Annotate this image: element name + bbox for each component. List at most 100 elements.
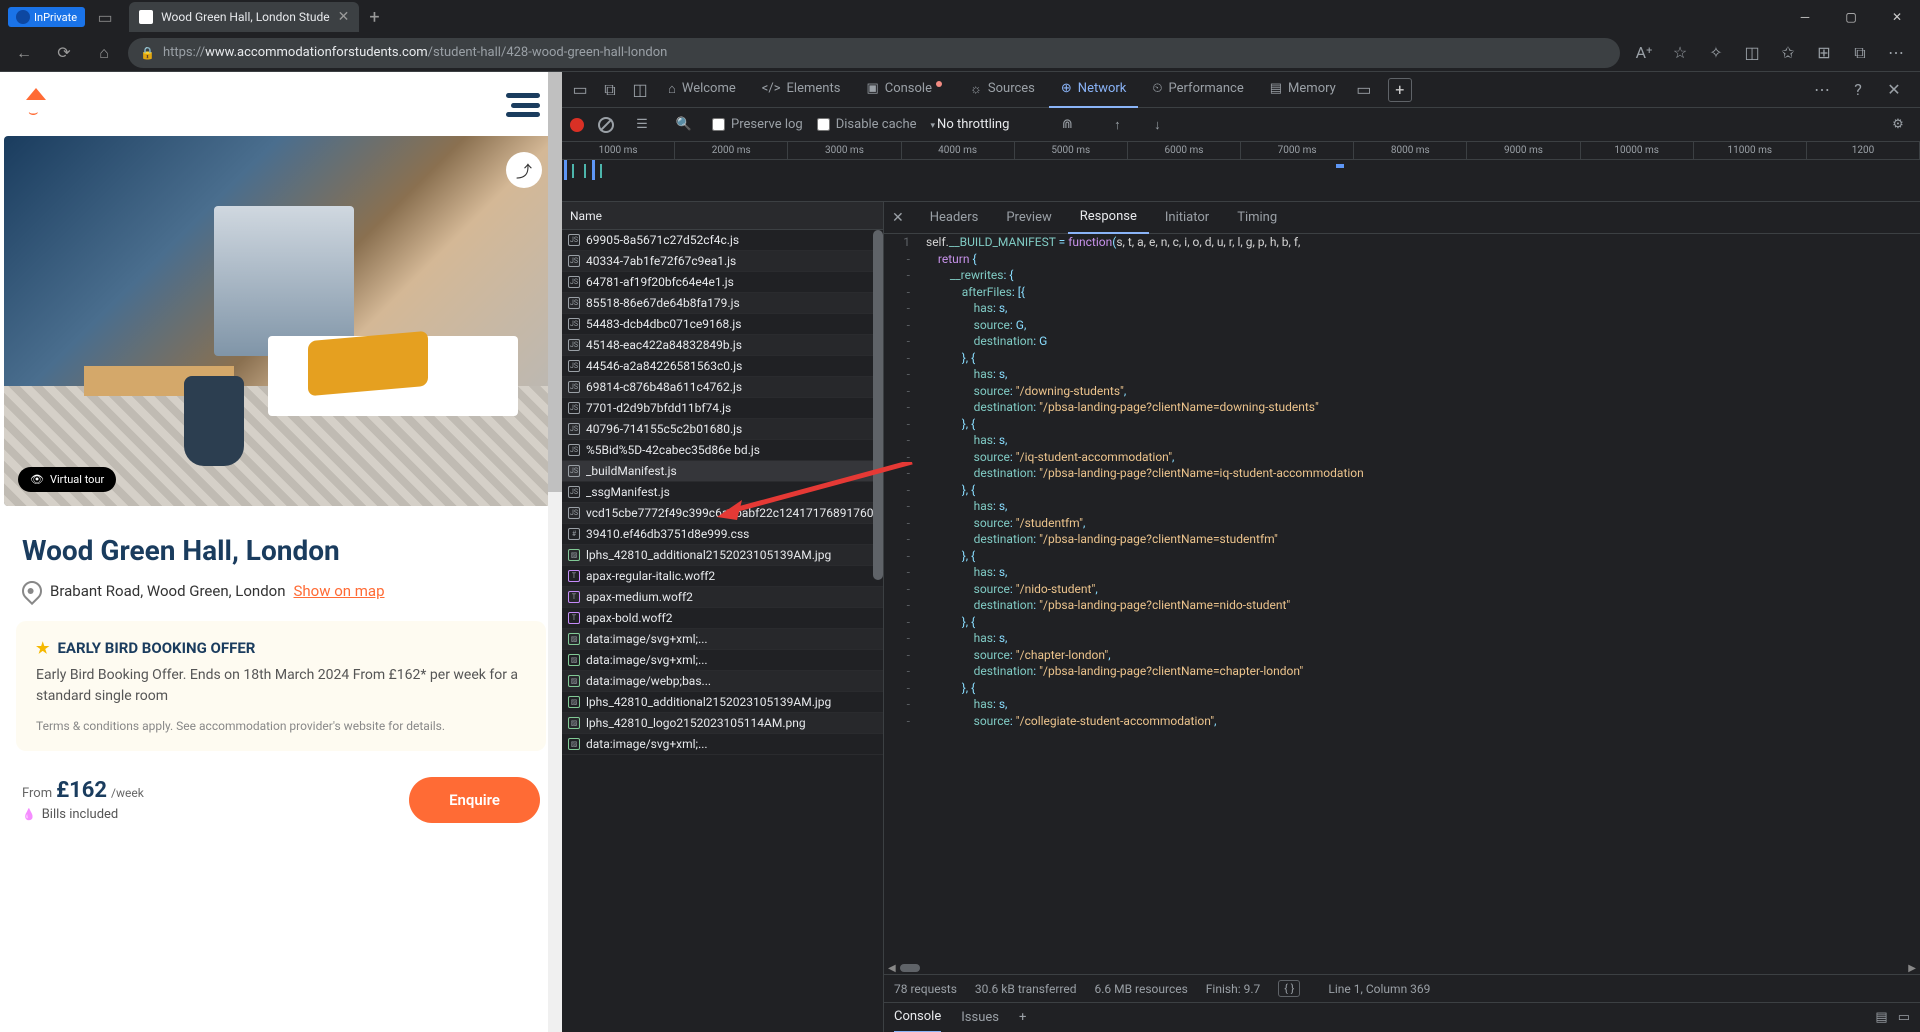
request-row[interactable]: ▨data:image/svg+xml;... — [562, 650, 883, 671]
tab-preview[interactable]: Preview — [994, 202, 1063, 234]
request-row[interactable]: JS64781-af19f20bfc64e4e1.js — [562, 272, 883, 293]
request-row[interactable]: JS69905-8a5671c27d52cf4c.js — [562, 230, 883, 251]
drawer-issues-tab[interactable]: Issues — [961, 1010, 999, 1025]
request-row[interactable]: JS69814-c876b48a611c4762.js — [562, 377, 883, 398]
wifi-icon[interactable]: ⋒ — [1053, 111, 1081, 139]
drawer-add-button[interactable]: + — [1019, 1010, 1026, 1025]
request-row[interactable]: JS_buildManifest.js — [562, 461, 883, 482]
extensions-icon[interactable]: ✧ — [1700, 37, 1732, 69]
favorites-bar-icon[interactable]: ✩ — [1772, 37, 1804, 69]
record-button[interactable] — [570, 118, 584, 132]
add-tab-button[interactable]: + — [1388, 78, 1412, 102]
show-on-map-link[interactable]: Show on map — [294, 582, 385, 600]
help-icon[interactable]: ? — [1844, 76, 1872, 104]
close-panel-icon[interactable]: ✕ — [892, 210, 904, 226]
request-row[interactable]: JS7701-d2d9b7bfdd11bf74.js — [562, 398, 883, 419]
read-aloud-icon[interactable]: A⁺ — [1628, 37, 1660, 69]
more-icon[interactable]: ⋯ — [1880, 37, 1912, 69]
pretty-print-button[interactable]: { } — [1278, 980, 1300, 997]
home-button[interactable]: ⌂ — [88, 37, 120, 69]
request-row[interactable]: ▨data:image/webp;bas... — [562, 671, 883, 692]
horizontal-scrollbar[interactable]: ◀ ▶ — [884, 962, 1920, 974]
request-row[interactable]: JS40334-7ab1fe72f67c9ea1.js — [562, 251, 883, 272]
tab-actions-icon[interactable]: ▭ — [89, 1, 121, 33]
upload-icon[interactable]: ↑ — [1103, 111, 1131, 139]
timeline-tick: 6000 ms — [1128, 142, 1241, 159]
url-input[interactable]: 🔒 https://www.accommodationforstudents.c… — [128, 38, 1620, 68]
request-row[interactable]: JS45148-eac422a84832849b.js — [562, 335, 883, 356]
drawer-expand-icon[interactable]: ▭ — [1898, 1010, 1910, 1025]
tab-sources[interactable]: ☼Sources — [958, 72, 1047, 108]
tab-welcome[interactable]: ⌂Welcome — [656, 72, 748, 108]
request-row[interactable]: JS40796-714155c5c2b01680.js — [562, 419, 883, 440]
tab-response[interactable]: Response — [1068, 202, 1149, 234]
tab-performance[interactable]: ⏲Performance — [1140, 72, 1255, 108]
request-row[interactable]: #39410.ef46db3751d8e999.css — [562, 524, 883, 545]
download-icon[interactable]: ↓ — [1143, 111, 1171, 139]
dock-icon[interactable]: ◫ — [626, 76, 654, 104]
request-row[interactable]: Tapax-bold.woff2 — [562, 608, 883, 629]
more-tools-icon[interactable]: ⋯ — [1808, 76, 1836, 104]
lock-icon: 🔒 — [140, 46, 155, 60]
virtual-tour-button[interactable]: 👁Virtual tour — [18, 467, 116, 492]
tab-network[interactable]: ⊕Network — [1049, 72, 1139, 108]
refresh-button[interactable]: ⟳ — [48, 37, 80, 69]
search-icon[interactable]: 🔍 — [670, 111, 698, 139]
request-row[interactable]: Tapax-medium.woff2 — [562, 587, 883, 608]
tab-elements[interactable]: </>Elements — [750, 72, 853, 108]
request-row[interactable]: JS%5Bid%5D-42cabec35d86e bd.js — [562, 440, 883, 461]
request-row[interactable]: JS44546-a2a84226581563c0.js — [562, 356, 883, 377]
timeline-tick: 7000 ms — [1241, 142, 1354, 159]
page-scrollbar[interactable] — [548, 72, 562, 1032]
device-icon[interactable]: ⧉ — [596, 76, 624, 104]
hamburger-menu-icon[interactable] — [506, 93, 540, 117]
favorite-icon[interactable]: ☆ — [1664, 37, 1696, 69]
browser-tab[interactable]: Wood Green Hall, London Stude ✕ — [129, 2, 359, 32]
drawer-issues-icon[interactable]: ▤ — [1875, 1010, 1887, 1025]
tab-console[interactable]: ▣Console — [854, 72, 956, 108]
font-file-icon: T — [568, 591, 580, 603]
request-row[interactable]: ▨lphs_42810_additional2152023105139AM.jp… — [562, 545, 883, 566]
tab-timing[interactable]: Timing — [1225, 202, 1289, 234]
disable-cache-checkbox[interactable]: Disable cache — [817, 117, 917, 132]
new-tab-button[interactable]: + — [369, 7, 379, 28]
tab-initiator[interactable]: Initiator — [1153, 202, 1221, 234]
request-row[interactable]: ▨data:image/svg+xml;... — [562, 629, 883, 650]
request-list-header[interactable]: Name — [562, 202, 883, 230]
tab-memory[interactable]: ▤Memory — [1258, 72, 1348, 108]
clear-button[interactable] — [598, 117, 614, 133]
maximize-button[interactable]: ▢ — [1828, 0, 1874, 34]
inspect-icon[interactable]: ▭ — [566, 76, 594, 104]
request-scrollbar[interactable] — [873, 230, 883, 580]
drawer-console-tab[interactable]: Console — [894, 1003, 941, 1032]
throttling-select[interactable]: No throttling — [931, 117, 1010, 132]
code-view[interactable]: 1----------------------------- self.__BU… — [884, 234, 1920, 962]
minimize-button[interactable]: ─ — [1782, 0, 1828, 34]
split-icon[interactable]: ◫ — [1736, 37, 1768, 69]
request-row[interactable]: JS54483-dcb4dbc071ce9168.js — [562, 314, 883, 335]
close-icon[interactable]: ✕ — [338, 9, 350, 25]
request-row[interactable]: JS85518-86e67de64b8fa179.js — [562, 293, 883, 314]
request-row[interactable]: ▨data:image/svg+xml;... — [562, 734, 883, 755]
request-row[interactable]: ▨lphs_42810_additional2152023105139AM.jp… — [562, 692, 883, 713]
request-row[interactable]: JSvcd15cbe7772f49c399c6a5babf22c12417176… — [562, 503, 883, 524]
request-row[interactable]: ▨lphs_42810_logo2152023105114AM.png — [562, 713, 883, 734]
settings-icon[interactable]: ⚙ — [1884, 111, 1912, 139]
close-devtools-icon[interactable]: ✕ — [1880, 76, 1908, 104]
enquire-button[interactable]: Enquire — [409, 777, 540, 823]
share-button[interactable]: ⤴ — [506, 152, 542, 188]
filter-icon[interactable]: ☰ — [628, 111, 656, 139]
back-button[interactable]: ← — [8, 37, 40, 69]
close-window-button[interactable]: ✕ — [1874, 0, 1920, 34]
offer-title: EARLY BIRD BOOKING OFFER — [57, 639, 255, 657]
request-row[interactable]: JS_ssgManifest.js — [562, 482, 883, 503]
network-timeline[interactable]: 1000 ms2000 ms3000 ms4000 ms5000 ms6000 … — [562, 142, 1920, 202]
tab-headers[interactable]: Headers — [918, 202, 991, 234]
request-row[interactable]: Tapax-regular-italic.woff2 — [562, 566, 883, 587]
site-logo[interactable] — [18, 88, 52, 122]
collections-icon[interactable]: ⊞ — [1808, 37, 1840, 69]
home-icon: ⌂ — [668, 81, 676, 97]
app-icon[interactable]: ▭ — [1350, 76, 1378, 104]
link-icon[interactable]: ⧉ — [1844, 37, 1876, 69]
preserve-log-checkbox[interactable]: Preserve log — [712, 117, 803, 132]
